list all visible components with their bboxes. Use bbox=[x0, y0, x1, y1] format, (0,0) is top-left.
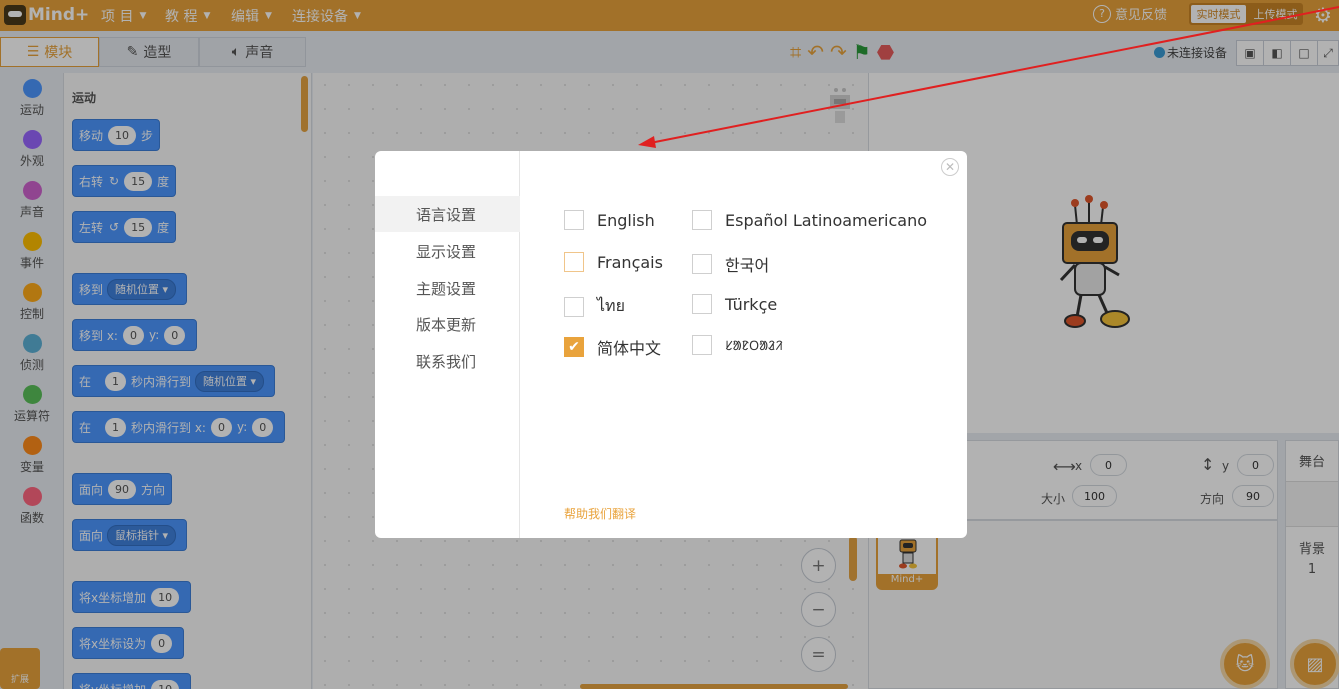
nav-language-settings[interactable]: 语言设置 bbox=[375, 196, 520, 232]
lang-option-english[interactable]: English bbox=[564, 210, 655, 230]
checkbox[interactable] bbox=[564, 252, 584, 272]
checkbox[interactable] bbox=[564, 296, 584, 317]
lang-option-turkish[interactable]: Türkçe bbox=[692, 294, 777, 314]
settings-nav: 语言设置 显示设置 主题设置 版本更新 联系我们 bbox=[375, 151, 520, 538]
checkbox[interactable] bbox=[692, 294, 712, 314]
checkbox[interactable] bbox=[692, 210, 712, 230]
lang-option-korean[interactable]: 한국어 bbox=[692, 252, 769, 276]
lang-option-thai[interactable]: ไทย bbox=[564, 294, 625, 319]
check-icon: ✔ bbox=[568, 339, 580, 355]
nav-version-update[interactable]: 版本更新 bbox=[375, 306, 520, 342]
checkbox[interactable] bbox=[692, 254, 712, 274]
checkbox-checked[interactable]: ✔ bbox=[564, 337, 584, 357]
lang-option-simplified-chinese[interactable]: ✔ 简体中文 bbox=[564, 335, 661, 359]
nav-theme-settings[interactable]: 主题设置 bbox=[375, 270, 520, 306]
checkbox[interactable] bbox=[564, 210, 584, 230]
checkbox[interactable] bbox=[692, 335, 712, 355]
help-translate-link[interactable]: 帮助我们翻译 bbox=[564, 505, 636, 522]
lang-option-spanish[interactable]: Español Latinoamericano bbox=[692, 210, 927, 230]
close-icon[interactable]: ✕ bbox=[941, 158, 959, 176]
nav-display-settings[interactable]: 显示设置 bbox=[375, 233, 520, 269]
lang-option-french[interactable]: Français bbox=[564, 252, 663, 272]
lang-option-santali[interactable]: ᱥᱟᱱᱛᱟᱲᱤ bbox=[692, 335, 783, 355]
nav-contact-us[interactable]: 联系我们 bbox=[375, 343, 520, 379]
